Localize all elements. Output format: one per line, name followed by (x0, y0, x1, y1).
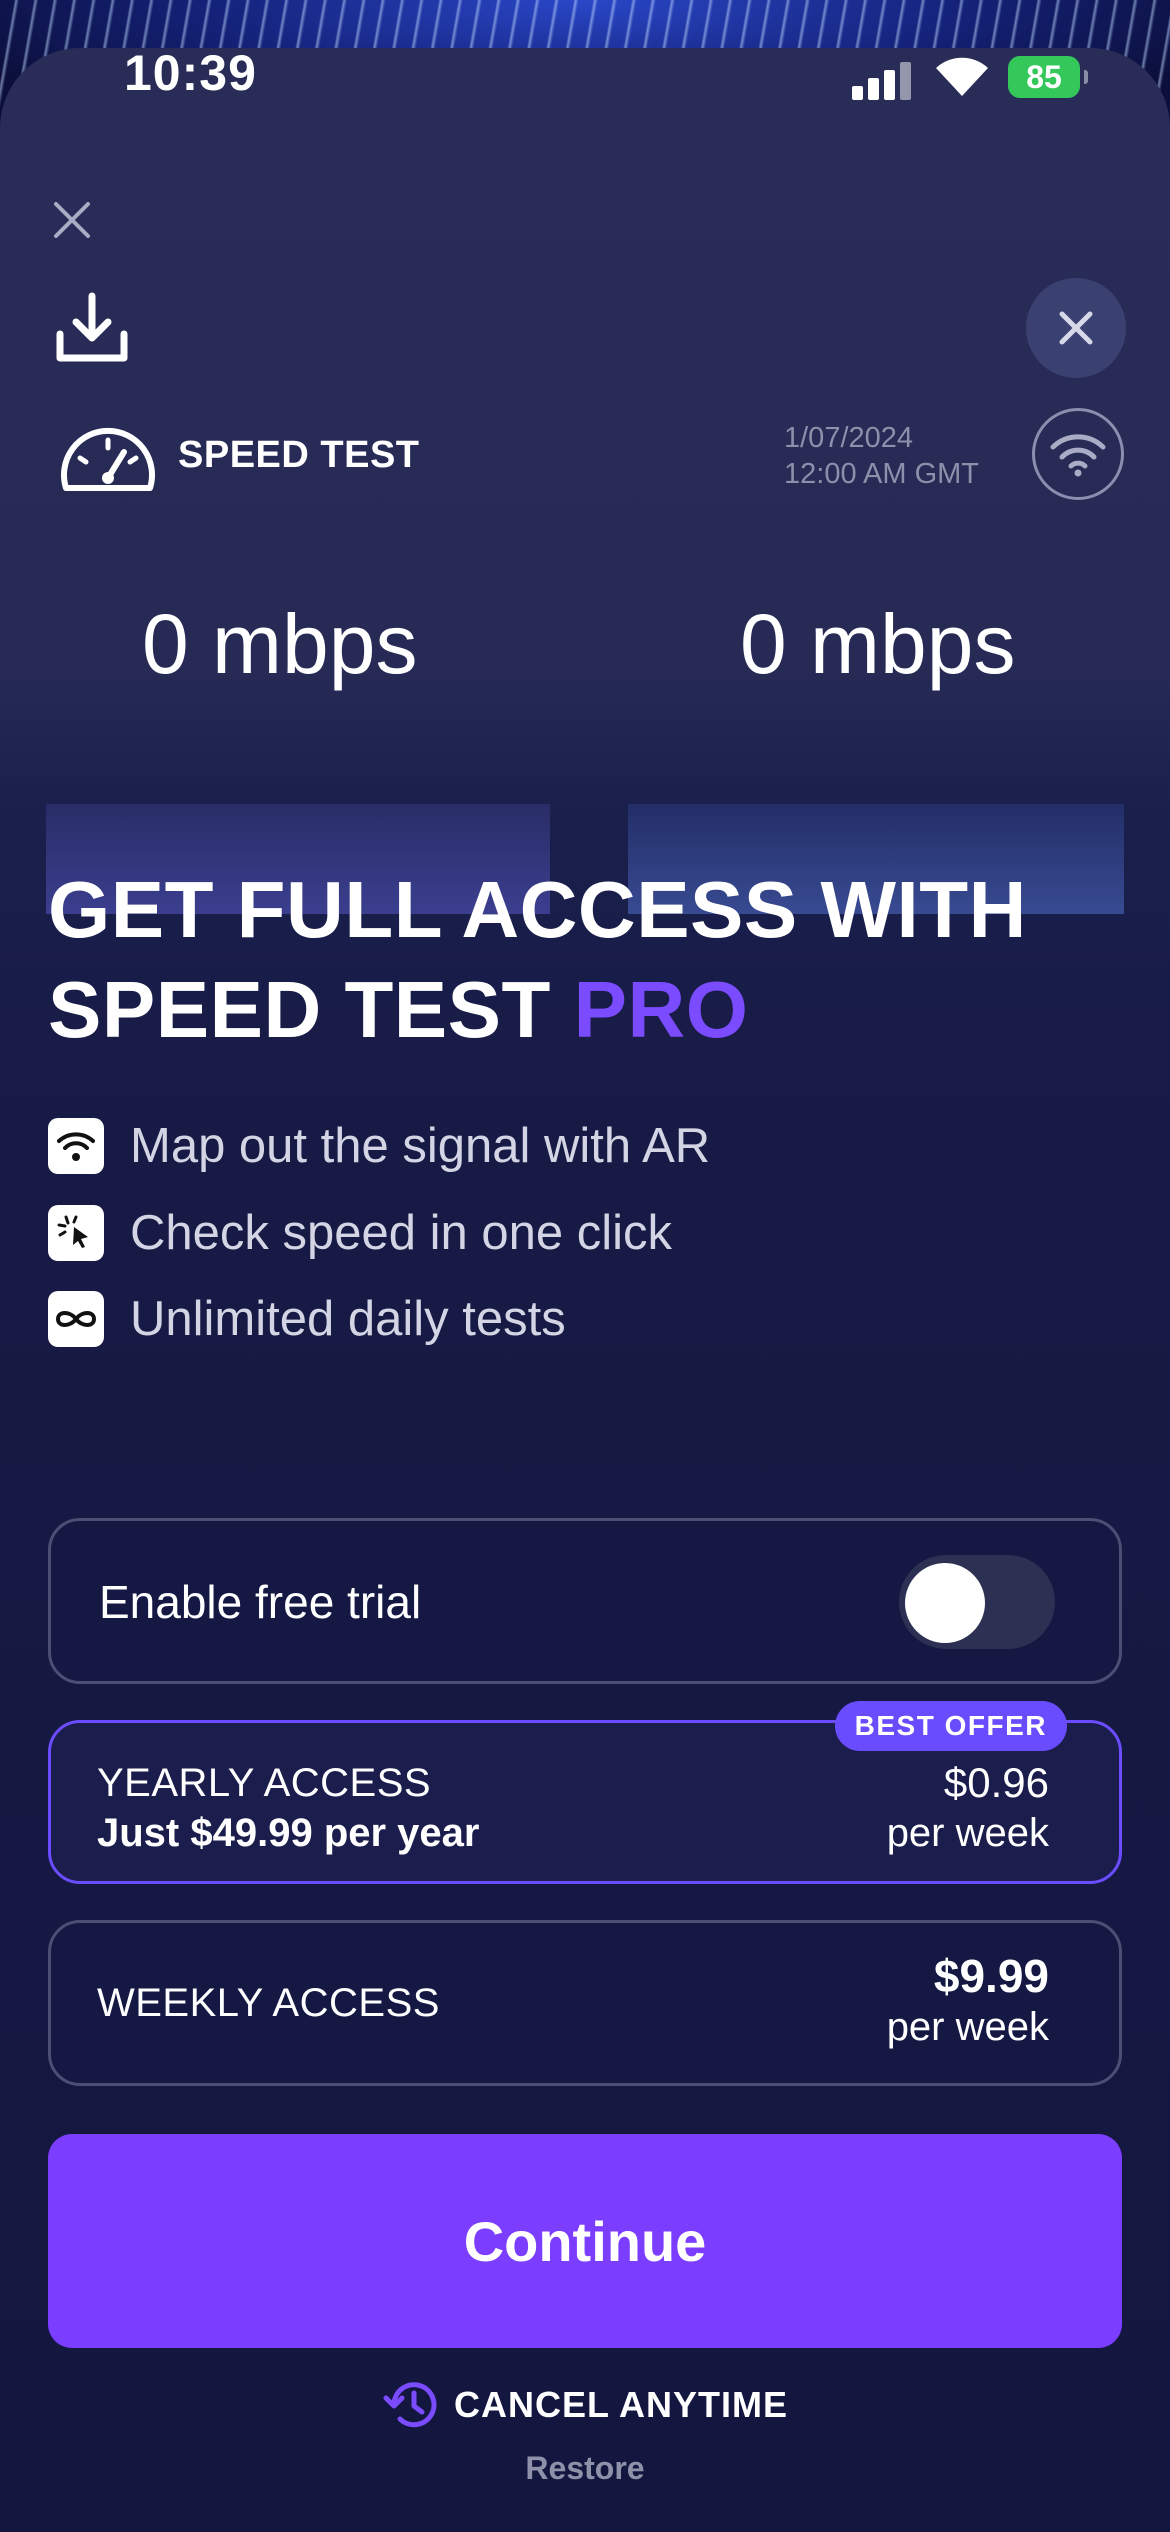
plan-subtitle: Just $49.99 per year (97, 1811, 480, 1855)
wifi-icon (934, 54, 990, 98)
plan-weekly[interactable]: WEEKLY ACCESS $9.99 per week (48, 1920, 1122, 2086)
best-offer-badge: BEST OFFER (834, 1701, 1067, 1751)
upload-speed: 0 mbps (740, 597, 1016, 691)
test-time: 12:00 AM GMT (784, 458, 980, 490)
headline-line2: SPEED TEST PRO (48, 960, 1128, 1060)
speedometer-icon (56, 418, 160, 498)
feature-item: Map out the signal with AR (48, 1118, 710, 1174)
plan-period: per week (886, 2005, 1049, 2049)
feature-label: Check speed in one click (130, 1206, 673, 1260)
status-bar: 10:39 85 (0, 0, 1170, 140)
headline-prefix: SPEED TEST (48, 965, 574, 1054)
infinity-icon (48, 1291, 104, 1347)
continue-button[interactable]: Continue (48, 2134, 1122, 2348)
headline-line1: GET FULL ACCESS WITH (48, 865, 1027, 954)
wifi-icon (48, 1118, 104, 1174)
feature-item: Unlimited daily tests (48, 1291, 566, 1347)
plan-price: $0.96 (943, 1759, 1049, 1806)
cellular-signal-icon (852, 60, 914, 100)
wifi-status-button[interactable] (1032, 408, 1124, 500)
cancel-anytime-label: CANCEL ANYTIME (453, 2384, 788, 2425)
feature-item: Check speed in one click (48, 1205, 672, 1261)
restore-link[interactable]: Restore (0, 2450, 1170, 2487)
plan-price: $9.99 (933, 1950, 1049, 2002)
download-icon[interactable] (52, 288, 132, 368)
plan-name: WEEKLY ACCESS (97, 1981, 440, 2025)
download-speed: 0 mbps (142, 597, 418, 691)
close-icon[interactable] (52, 200, 92, 240)
feature-label: Map out the signal with AR (130, 1119, 711, 1173)
close-icon (1059, 311, 1093, 345)
cancel-anytime: CANCEL ANYTIME (0, 2378, 1170, 2432)
feature-label: Unlimited daily tests (130, 1292, 566, 1346)
plan-period: per week (886, 1811, 1049, 1855)
tap-click-icon (48, 1205, 104, 1261)
test-datetime: 1/07/2024 12:00 AM GMT (784, 420, 979, 492)
toggle-knob (905, 1563, 985, 1643)
free-trial-label: Enable free trial (99, 1576, 422, 1628)
test-date: 1/07/2024 (784, 422, 914, 454)
headline-pro: PRO (573, 965, 749, 1054)
app-title: SPEED TEST (178, 434, 420, 476)
wifi-icon (1050, 434, 1106, 477)
history-clock-icon (383, 2382, 437, 2428)
paywall-sheet: SPEED TEST 1/07/2024 12:00 AM GMT 0 mbps… (0, 48, 1170, 2532)
free-trial-card[interactable]: Enable free trial (48, 1518, 1122, 1684)
battery-level: 85 (1026, 58, 1062, 95)
battery-indicator: 85 (1008, 56, 1088, 98)
paywall-headline: GET FULL ACCESS WITH SPEED TEST PRO (48, 860, 1128, 1060)
free-trial-toggle[interactable] (899, 1555, 1055, 1649)
close-button[interactable] (1026, 278, 1126, 378)
status-time: 10:39 (124, 45, 257, 101)
plan-name: YEARLY ACCESS (97, 1761, 432, 1805)
plan-yearly[interactable]: BEST OFFER YEARLY ACCESS Just $49.99 per… (48, 1701, 1122, 1884)
